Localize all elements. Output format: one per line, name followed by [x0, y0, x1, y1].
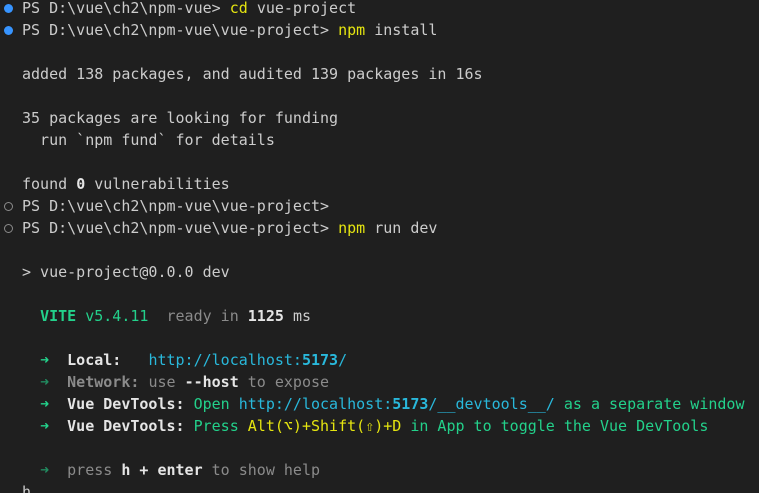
arrow-right-icon: ➜	[40, 461, 50, 479]
arrow-right-icon: ➜	[40, 395, 50, 413]
local-url-line: ➜ Local: http://localhost:5173/	[40, 351, 348, 369]
vite-version: v5.4.11	[85, 307, 149, 325]
devtools-toggle-line: ➜ Vue DevTools: Press Alt(⌥)+Shift(⇧)+D …	[40, 417, 709, 435]
help-line: ➜ press h + enter to show help	[40, 461, 321, 479]
shortcut-keys: Alt(⌥)+Shift(⇧)+D	[247, 417, 402, 435]
network-line: ➜ Network: use --host to expose	[40, 373, 330, 391]
command-decoration-empty-icon[interactable]	[4, 202, 13, 211]
command-arg: run dev	[374, 219, 438, 237]
output-line: found 0 vulnerabilities	[22, 175, 230, 193]
command-arg: vue-project	[256, 0, 357, 17]
arrow-right-icon: ➜	[40, 351, 50, 369]
vulnerability-count: 0	[76, 175, 86, 193]
local-url-link[interactable]: http://localhost:5173/	[148, 351, 347, 369]
command-arg: install	[374, 21, 438, 39]
command: npm	[338, 21, 366, 39]
terminal-panel[interactable]: PS D:\vue\ch2\npm-vue> cd vue-project PS…	[0, 0, 759, 493]
output-line: > vue-project@0.0.0 dev	[22, 263, 230, 281]
arrow-right-icon: ➜	[40, 417, 50, 435]
arrow-right-icon: ➜	[40, 373, 50, 391]
vite-name: VITE	[40, 307, 77, 325]
terminal-line: PS D:\vue\ch2\npm-vue> cd vue-project	[22, 0, 356, 19]
prompt: PS D:\vue\ch2\npm-vue>	[22, 0, 221, 17]
prompt: PS D:\vue\ch2\npm-vue\vue-project>	[22, 21, 330, 39]
terminal-line: PS D:\vue\ch2\npm-vue\vue-project> npm r…	[22, 217, 437, 239]
output-line: added 138 packages, and audited 139 pack…	[22, 65, 483, 83]
terminal-line: PS D:\vue\ch2\npm-vue\vue-project> npm i…	[22, 19, 437, 41]
command: npm	[338, 219, 366, 237]
devtools-url-link[interactable]: http://localhost:5173/__devtools__/	[239, 395, 555, 413]
prompt: PS D:\vue\ch2\npm-vue\vue-project>	[22, 219, 330, 237]
output-line: 35 packages are looking for funding	[22, 109, 339, 127]
output-line: run `npm fund` for details	[22, 131, 275, 149]
command: cd	[229, 0, 248, 17]
ready-time: 1125	[247, 307, 284, 325]
terminal-line: PS D:\vue\ch2\npm-vue\vue-project>	[22, 195, 329, 217]
vite-banner: VITE v5.4.11 ready in 1125 ms	[40, 307, 311, 325]
terminal-input-line[interactable]: h	[22, 481, 31, 493]
command-decoration-success-icon[interactable]	[4, 4, 13, 13]
devtools-open-line: ➜ Vue DevTools: Open http://localhost:51…	[40, 395, 745, 413]
command-decoration-success-icon[interactable]	[4, 26, 13, 35]
command-decoration-running-icon[interactable]	[4, 224, 13, 233]
prompt: PS D:\vue\ch2\npm-vue\vue-project>	[22, 197, 330, 215]
